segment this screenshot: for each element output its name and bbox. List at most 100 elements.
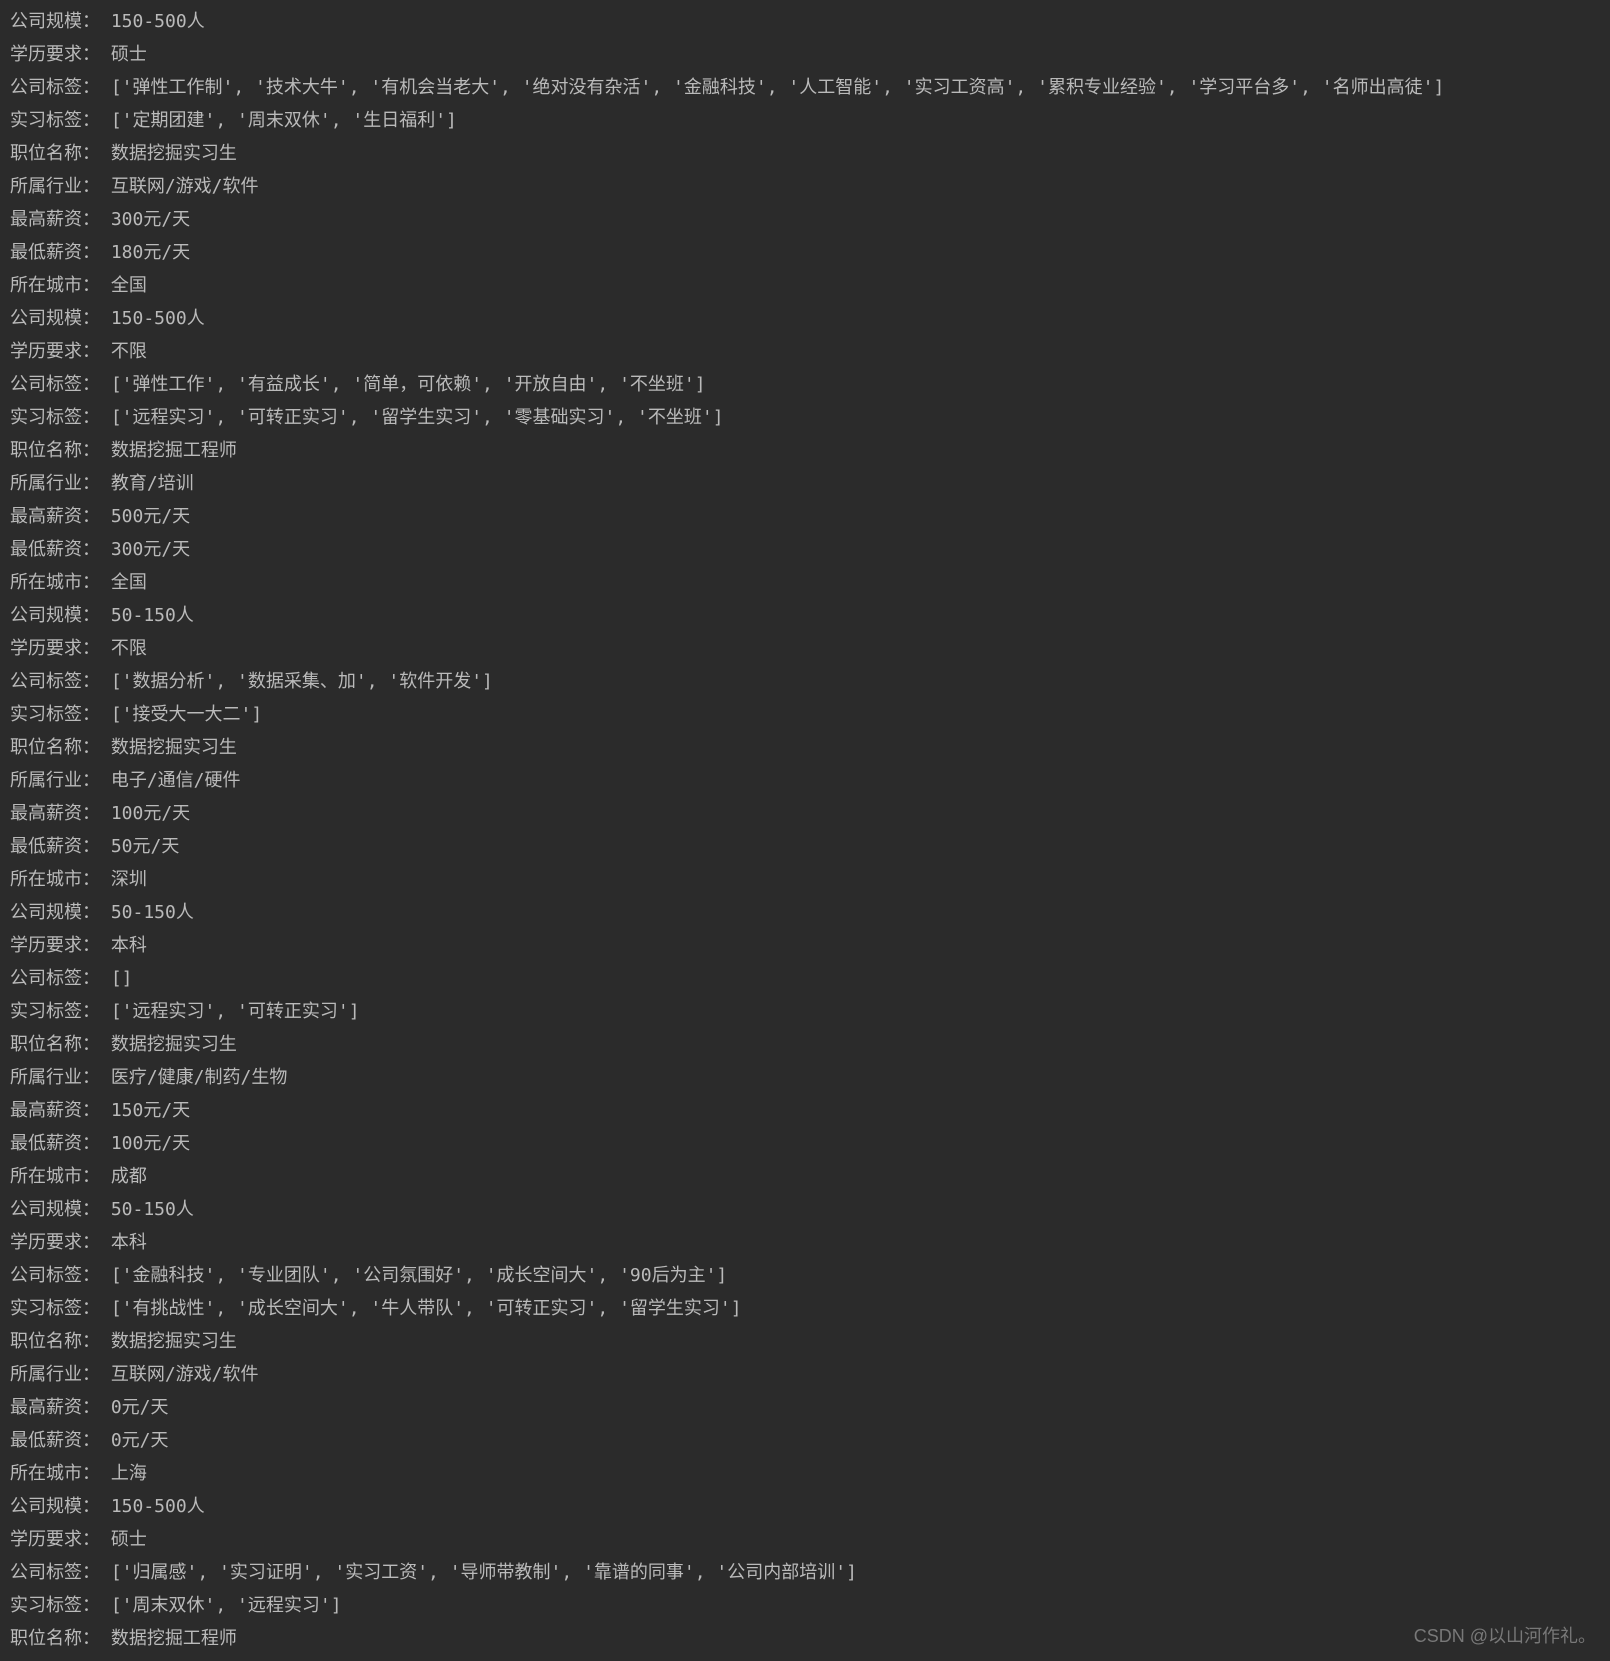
output-line: 职位名称： 数据挖掘实习生 (10, 1028, 1600, 1061)
output-line: 最高薪资： 500元/天 (10, 500, 1600, 533)
field-label: 所属行业： (10, 770, 100, 791)
field-value: 150-500人 (100, 308, 205, 329)
field-label: 公司规模： (10, 1496, 100, 1517)
field-label: 学历要求： (10, 638, 100, 659)
output-line: 实习标签： ['定期团建', '周末双休', '生日福利'] (10, 104, 1600, 137)
field-label: 最高薪资： (10, 506, 100, 527)
output-line: 公司标签： ['弹性工作制', '技术大牛', '有机会当老大', '绝对没有杂… (10, 71, 1600, 104)
field-value: 全国 (100, 572, 147, 593)
output-line: 最高薪资： 300元/天 (10, 203, 1600, 236)
output-line: 职位名称： 数据挖掘工程师 (10, 1622, 1600, 1655)
field-value: 硕士 (100, 44, 147, 65)
field-value: 50-150人 (100, 605, 194, 626)
output-line: 学历要求： 硕士 (10, 1523, 1600, 1556)
field-value: 互联网/游戏/软件 (100, 176, 259, 197)
field-value: [] (100, 968, 133, 989)
field-value: 深圳 (100, 869, 147, 890)
field-value: 成都 (100, 1166, 147, 1187)
output-line: 职位名称： 数据挖掘实习生 (10, 731, 1600, 764)
field-value: 300元/天 (100, 209, 190, 230)
field-label: 所在城市： (10, 1463, 100, 1484)
field-label: 所在城市： (10, 275, 100, 296)
field-value: 100元/天 (100, 1133, 190, 1154)
output-line: 实习标签： ['有挑战性', '成长空间大', '牛人带队', '可转正实习',… (10, 1292, 1600, 1325)
field-label: 公司标签： (10, 671, 100, 692)
field-label: 实习标签： (10, 1001, 100, 1022)
output-line: 所在城市： 上海 (10, 1457, 1600, 1490)
field-label: 职位名称： (10, 440, 100, 461)
field-value: 150元/天 (100, 1100, 190, 1121)
output-line: 所属行业： 互联网/游戏/软件 (10, 1358, 1600, 1391)
field-value: 0元/天 (100, 1430, 169, 1451)
field-label: 公司规模： (10, 902, 100, 923)
field-value: 数据挖掘实习生 (100, 143, 237, 164)
field-value: ['定期团建', '周末双休', '生日福利'] (100, 110, 457, 131)
field-value: 150-500人 (100, 11, 205, 32)
field-value: 医疗/健康/制药/生物 (100, 1067, 287, 1088)
field-label: 学历要求： (10, 44, 100, 65)
output-line: 学历要求： 本科 (10, 1226, 1600, 1259)
field-value: ['远程实习', '可转正实习', '留学生实习', '零基础实习', '不坐班… (100, 407, 724, 428)
field-label: 最高薪资： (10, 209, 100, 230)
field-value: 不限 (100, 341, 147, 362)
field-label: 公司规模： (10, 308, 100, 329)
field-value: 硕士 (100, 1529, 147, 1550)
field-label: 职位名称： (10, 143, 100, 164)
field-value: ['归属感', '实习证明', '实习工资', '导师带教制', '靠谱的同事'… (100, 1562, 857, 1583)
field-label: 所属行业： (10, 176, 100, 197)
field-label: 公司规模： (10, 605, 100, 626)
output-line: 所属行业： 医疗/健康/制药/生物 (10, 1061, 1600, 1094)
field-label: 学历要求： (10, 935, 100, 956)
output-line: 所属行业： 电子/通信/硬件 (10, 764, 1600, 797)
field-label: 学历要求： (10, 1232, 100, 1253)
output-line: 职位名称： 数据挖掘实习生 (10, 137, 1600, 170)
output-line: 学历要求： 本科 (10, 929, 1600, 962)
field-value: ['弹性工作', '有益成长', '简单，可依赖', '开放自由', '不坐班'… (100, 374, 706, 395)
field-label: 职位名称： (10, 1628, 100, 1649)
field-label: 学历要求： (10, 1529, 100, 1550)
field-label: 所在城市： (10, 869, 100, 890)
output-line: 最高薪资： 0元/天 (10, 1391, 1600, 1424)
field-label: 所在城市： (10, 572, 100, 593)
output-line: 公司规模： 50-150人 (10, 1193, 1600, 1226)
field-value: 数据挖掘工程师 (100, 1628, 237, 1649)
field-value: 100元/天 (100, 803, 190, 824)
output-line: 公司标签： [] (10, 962, 1600, 995)
field-label: 公司标签： (10, 374, 100, 395)
output-line: 公司标签： ['弹性工作', '有益成长', '简单，可依赖', '开放自由',… (10, 368, 1600, 401)
field-label: 实习标签： (10, 1298, 100, 1319)
field-value: ['金融科技', '专业团队', '公司氛围好', '成长空间大', '90后为… (100, 1265, 727, 1286)
field-label: 公司标签： (10, 968, 100, 989)
output-line: 学历要求： 不限 (10, 335, 1600, 368)
field-value: ['有挑战性', '成长空间大', '牛人带队', '可转正实习', '留学生实… (100, 1298, 742, 1319)
field-label: 职位名称： (10, 1034, 100, 1055)
field-label: 最高薪资： (10, 1397, 100, 1418)
field-value: 全国 (100, 275, 147, 296)
field-label: 最低薪资： (10, 242, 100, 263)
output-line: 最高薪资： 150元/天 (10, 1094, 1600, 1127)
field-value: 150-500人 (100, 1496, 205, 1517)
field-label: 学历要求： (10, 341, 100, 362)
output-line: 公司规模： 50-150人 (10, 599, 1600, 632)
field-value: ['弹性工作制', '技术大牛', '有机会当老大', '绝对没有杂活', '金… (100, 77, 1444, 98)
field-value: 电子/通信/硬件 (100, 770, 241, 791)
output-line: 学历要求： 硕士 (10, 38, 1600, 71)
output-line: 职位名称： 数据挖掘实习生 (10, 1325, 1600, 1358)
field-label: 实习标签： (10, 1595, 100, 1616)
field-value: 教育/培训 (100, 473, 194, 494)
output-line: 最高薪资： 100元/天 (10, 797, 1600, 830)
watermark: CSDN @以山河作礼。 (1414, 1620, 1596, 1653)
field-label: 公司标签： (10, 77, 100, 98)
output-line: 所在城市： 全国 (10, 269, 1600, 302)
field-label: 所在城市： (10, 1166, 100, 1187)
field-label: 最低薪资： (10, 539, 100, 560)
output-line: 最低薪资： 50元/天 (10, 830, 1600, 863)
field-label: 实习标签： (10, 407, 100, 428)
field-label: 公司规模： (10, 1199, 100, 1220)
field-value: 本科 (100, 935, 147, 956)
field-value: 本科 (100, 1232, 147, 1253)
field-value: ['周末双休', '远程实习'] (100, 1595, 342, 1616)
output-line: 实习标签： ['远程实习', '可转正实习', '留学生实习', '零基础实习'… (10, 401, 1600, 434)
field-label: 公司标签： (10, 1562, 100, 1583)
output-line: 公司标签： ['数据分析', '数据采集、加', '软件开发'] (10, 665, 1600, 698)
